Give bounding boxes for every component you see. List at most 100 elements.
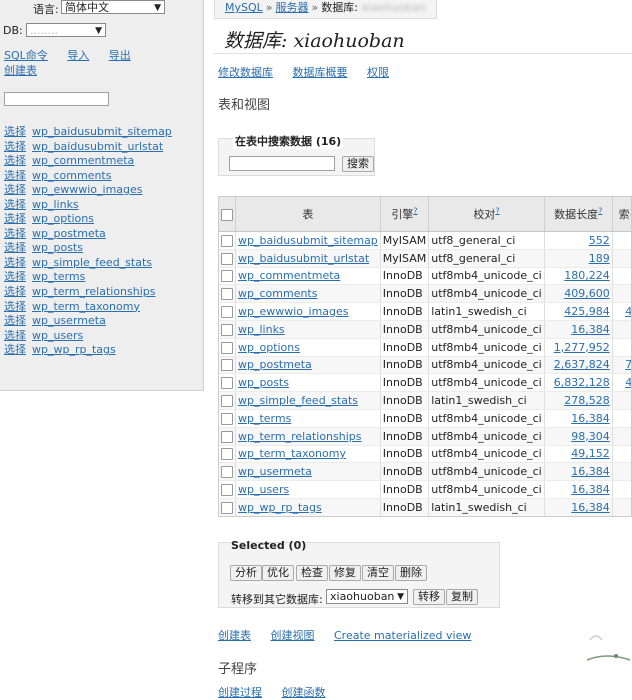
row-checkbox-cell[interactable] — [219, 302, 236, 321]
row-checkbox-cell[interactable] — [219, 480, 236, 499]
sidebar-select-link[interactable]: 选择 — [4, 300, 26, 313]
row-checkbox[interactable] — [221, 466, 233, 479]
sidebar-table-filter-input[interactable] — [4, 92, 109, 106]
check-button[interactable]: 检查 — [296, 565, 328, 581]
row-checkbox[interactable] — [221, 270, 233, 283]
data-length-link[interactable]: 16,384 — [571, 412, 610, 425]
row-checkbox[interactable] — [221, 359, 233, 372]
row-checkbox[interactable] — [221, 430, 233, 443]
sidebar-select-link[interactable]: 选择 — [4, 241, 26, 254]
row-checkbox-cell[interactable] — [219, 373, 236, 393]
row-checkbox[interactable] — [221, 484, 233, 497]
target-database-select[interactable]: xiaohuoban ▼ — [326, 589, 408, 604]
row-checkbox-cell[interactable] — [219, 284, 236, 304]
sidebar-table-link[interactable]: wp_term_taxonomy — [32, 300, 140, 313]
sql-command-link[interactable]: SQL命令 — [4, 49, 48, 62]
index-length-link[interactable]: 458,752 — [625, 305, 631, 318]
row-checkbox[interactable] — [221, 501, 233, 514]
privileges-link[interactable]: 权限 — [367, 66, 389, 79]
row-checkbox-cell[interactable] — [219, 445, 236, 464]
row-checkbox[interactable] — [221, 252, 233, 265]
data-length-link[interactable]: 16,384 — [571, 501, 610, 514]
breadcrumb-server[interactable]: 服务器 — [276, 1, 309, 14]
sidebar-select-link[interactable]: 选择 — [4, 154, 26, 167]
copy-button[interactable]: 复制 — [446, 589, 478, 605]
db-select[interactable]: ........ ▼ — [26, 23, 106, 37]
import-link[interactable]: 导入 — [67, 49, 89, 62]
row-checkbox[interactable] — [221, 288, 233, 301]
repair-button[interactable]: 修复 — [329, 565, 361, 581]
header-select-all[interactable] — [219, 197, 236, 232]
data-length-link[interactable]: 1,277,952 — [554, 341, 610, 354]
sidebar-select-link[interactable]: 选择 — [4, 227, 26, 240]
row-checkbox[interactable] — [221, 341, 233, 354]
data-length-link[interactable]: 552 — [589, 234, 610, 247]
engine-help-link[interactable]: ? — [413, 206, 417, 215]
table-name-link[interactable]: wp_terms — [238, 412, 291, 425]
sidebar-table-link[interactable]: wp_comments — [32, 169, 111, 182]
sidebar-table-link[interactable]: wp_ewwwio_images — [32, 183, 143, 196]
drop-button[interactable]: 删除 — [395, 565, 427, 581]
sidebar-table-link[interactable]: wp_options — [32, 212, 94, 225]
row-checkbox-cell[interactable] — [219, 338, 236, 357]
sidebar-table-link[interactable]: wp_baidusubmit_sitemap — [32, 125, 172, 138]
sidebar-select-link[interactable]: 选择 — [4, 285, 26, 298]
sidebar-table-link[interactable]: wp_wp_rp_tags — [32, 343, 116, 356]
sidebar-select-link[interactable]: 选择 — [4, 329, 26, 342]
sidebar-table-link[interactable]: wp_users — [32, 329, 83, 342]
data-length-link[interactable]: 16,384 — [571, 465, 610, 478]
sidebar-select-link[interactable]: 选择 — [4, 198, 26, 211]
move-button[interactable]: 转移 — [413, 589, 445, 605]
table-name-link[interactable]: wp_posts — [238, 376, 289, 389]
search-button[interactable]: 搜索 — [342, 156, 374, 172]
data-length-link[interactable]: 180,224 — [564, 269, 610, 282]
sidebar-select-link[interactable]: 选择 — [4, 125, 26, 138]
row-checkbox[interactable] — [221, 395, 233, 408]
data-length-help-link[interactable]: ? — [598, 206, 602, 215]
select-all-checkbox[interactable] — [221, 208, 233, 221]
table-name-link[interactable]: wp_wp_rp_tags — [238, 501, 322, 514]
data-length-link[interactable]: 189 — [589, 252, 610, 265]
table-name-link[interactable]: wp_comments — [238, 287, 317, 300]
table-name-link[interactable]: wp_links — [238, 323, 285, 336]
table-name-link[interactable]: wp_commentmeta — [238, 269, 340, 282]
table-name-link[interactable]: wp_ewwwio_images — [238, 305, 349, 318]
index-length-link[interactable]: 475,136 — [625, 376, 631, 389]
row-checkbox-cell[interactable] — [219, 409, 236, 428]
row-checkbox-cell[interactable] — [219, 249, 236, 268]
sidebar-select-link[interactable]: 选择 — [4, 314, 26, 327]
breadcrumb-mysql[interactable]: MySQL — [225, 1, 263, 14]
sidebar-table-link[interactable]: wp_baidusubmit_urlstat — [32, 140, 163, 153]
sidebar-select-link[interactable]: 选择 — [4, 140, 26, 153]
row-checkbox[interactable] — [221, 448, 233, 461]
row-checkbox-cell[interactable] — [219, 391, 236, 410]
sidebar-table-link[interactable]: wp_links — [32, 198, 79, 211]
sidebar-table-link[interactable]: wp_postmeta — [32, 227, 106, 240]
table-name-link[interactable]: wp_term_taxonomy — [238, 447, 346, 460]
table-name-link[interactable]: wp_term_relationships — [238, 430, 362, 443]
create-view-link[interactable]: 创建视图 — [271, 629, 315, 642]
create-procedure-link[interactable]: 创建过程 — [218, 686, 262, 699]
row-checkbox-cell[interactable] — [219, 320, 236, 339]
data-length-link[interactable]: 49,152 — [571, 447, 610, 460]
data-length-link[interactable]: 98,304 — [571, 430, 610, 443]
index-length-link[interactable]: 737,280 — [625, 358, 631, 371]
sidebar-select-link[interactable]: 选择 — [4, 169, 26, 182]
row-checkbox-cell[interactable] — [219, 498, 236, 516]
table-name-link[interactable]: wp_simple_feed_stats — [238, 394, 358, 407]
sidebar-select-link[interactable]: 选择 — [4, 183, 26, 196]
table-name-link[interactable]: wp_usermeta — [238, 465, 312, 478]
optimize-button[interactable]: 优化 — [262, 565, 294, 581]
table-name-link[interactable]: wp_baidusubmit_urlstat — [238, 252, 369, 265]
data-length-link[interactable]: 278,528 — [564, 394, 610, 407]
row-checkbox-cell[interactable] — [219, 462, 236, 482]
create-materialized-view-link[interactable]: Create materialized view — [334, 629, 471, 642]
row-checkbox-cell[interactable] — [219, 267, 236, 286]
row-checkbox-cell[interactable] — [219, 356, 236, 375]
sidebar-select-link[interactable]: 选择 — [4, 270, 26, 283]
sidebar-select-link[interactable]: 选择 — [4, 256, 26, 269]
database-schema-link[interactable]: 数据库概要 — [293, 66, 348, 79]
sidebar-select-link[interactable]: 选择 — [4, 212, 26, 225]
data-length-link[interactable]: 6,832,128 — [554, 376, 610, 389]
data-length-link[interactable]: 409,600 — [564, 287, 610, 300]
